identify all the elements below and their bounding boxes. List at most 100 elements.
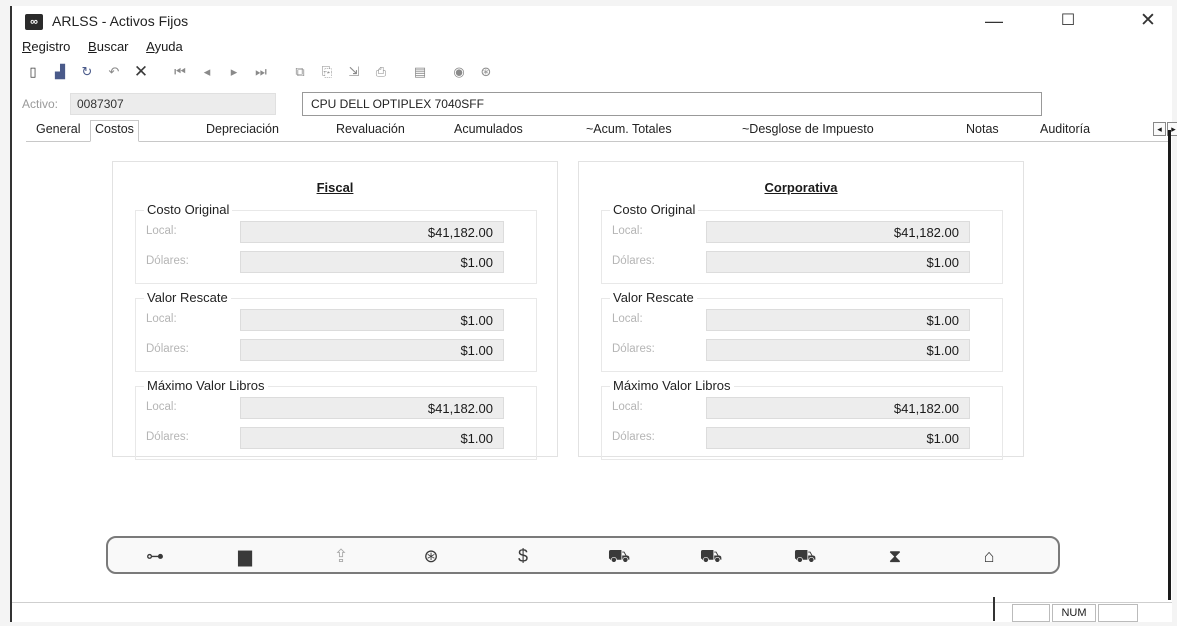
open-icon[interactable]: ↻ bbox=[76, 62, 98, 82]
maximize-button[interactable]: ☐ bbox=[1046, 8, 1090, 34]
vertical-divider bbox=[1168, 130, 1171, 600]
undo-icon[interactable]: ↶ bbox=[103, 62, 125, 82]
local-label: Local: bbox=[612, 401, 643, 413]
status-cell-empty bbox=[1012, 604, 1050, 622]
corporativa-title: Corporativa bbox=[764, 180, 838, 195]
local-label: Local: bbox=[612, 225, 643, 237]
corp-costo-original-group: Costo Original Local: $41,182.00 Dólares… bbox=[601, 202, 1003, 284]
asset-label: Activo: bbox=[22, 97, 59, 111]
app-window: ∞ ARLSS - Activos Fijos — ☐ ✕ Registro B… bbox=[10, 6, 1177, 622]
fiscal-costo-local-field[interactable]: $41,182.00 bbox=[240, 221, 504, 243]
delete-x-icon[interactable]: ✕ bbox=[130, 62, 152, 82]
truck-down-icon[interactable]: ⛟ bbox=[694, 545, 728, 567]
menu-bar: Registro Buscar Ayuda bbox=[22, 39, 197, 59]
fiscal-maximo-valor-libros-group: Máximo Valor Libros Local: $41,182.00 Dó… bbox=[135, 378, 537, 460]
export-icon[interactable]: ⇲ bbox=[343, 62, 365, 82]
fiscal-panel: Fiscal Costo Original Local: $41,182.00 … bbox=[112, 161, 558, 460]
action-bar: ⊶ ▆ ⇪ ⊛ $ ⛟ ⛟ ⛟ ⧗ ⌂ bbox=[106, 536, 1060, 574]
corp-rescate-local-field[interactable]: $1.00 bbox=[706, 309, 970, 331]
tab-scroll-left-button[interactable]: ◂ bbox=[1153, 122, 1166, 136]
fiscal-title: Fiscal bbox=[316, 180, 354, 195]
status-bar: NUM bbox=[12, 597, 1172, 622]
tab-costos[interactable]: Costos bbox=[90, 120, 139, 142]
bank-icon[interactable]: ⌂ bbox=[972, 545, 1006, 567]
group-title: Valor Rescate bbox=[144, 290, 231, 305]
group-title: Costo Original bbox=[610, 202, 699, 217]
local-label: Local: bbox=[612, 313, 643, 325]
corp-maximo-valor-libros-group: Máximo Valor Libros Local: $41,182.00 Dó… bbox=[601, 378, 1003, 460]
group-title: Costo Original bbox=[144, 202, 233, 217]
dolares-label: Dólares: bbox=[146, 255, 189, 267]
last-record-icon[interactable]: ⏭ bbox=[250, 62, 272, 82]
corp-costo-local-field[interactable]: $41,182.00 bbox=[706, 221, 970, 243]
fiscal-rescate-local-field[interactable]: $1.00 bbox=[240, 309, 504, 331]
copy-icon[interactable]: ⧉ bbox=[289, 62, 311, 82]
window-title: ARLSS - Activos Fijos bbox=[52, 13, 189, 29]
transfer-document-icon[interactable]: ⇪ bbox=[324, 545, 358, 567]
asset-code-field[interactable]: 0087307 bbox=[70, 93, 276, 115]
group-title: Máximo Valor Libros bbox=[610, 378, 734, 393]
truck-arrow-icon[interactable]: ⛟ bbox=[788, 545, 822, 567]
app-logo-icon: ∞ bbox=[25, 14, 43, 30]
tab-acum-totales[interactable]: ~Acum. Totales bbox=[586, 122, 672, 136]
tab-strip: General Costos Depreciación Revaluación … bbox=[26, 120, 1177, 142]
toolbar: ▯ ▟ ↻ ↶ ✕ ⏮ ◂ ▸ ⏭ ⧉ ⎘ ⇲ ⎙ ▤ ◉ ⊛ bbox=[22, 60, 502, 84]
corp-maximo-dolares-field[interactable]: $1.00 bbox=[706, 427, 970, 449]
dolares-label: Dólares: bbox=[612, 343, 655, 355]
dolares-label: Dólares: bbox=[612, 431, 655, 443]
group-title: Valor Rescate bbox=[610, 290, 697, 305]
save-icon[interactable]: ▟ bbox=[49, 62, 71, 82]
tab-auditoria[interactable]: Auditoría bbox=[1040, 122, 1146, 136]
hourglass-icon[interactable]: ⧗ bbox=[878, 545, 912, 567]
num-lock-indicator: NUM bbox=[1052, 604, 1096, 622]
print-icon[interactable]: ⎙ bbox=[370, 62, 392, 82]
local-label: Local: bbox=[146, 401, 177, 413]
fiscal-valor-rescate-group: Valor Rescate Local: $1.00 Dólares: $1.0… bbox=[135, 290, 537, 372]
truck-icon[interactable]: ⛟ bbox=[602, 545, 636, 567]
menu-ayuda[interactable]: Ayuda bbox=[146, 39, 183, 54]
corp-costo-dolares-field[interactable]: $1.00 bbox=[706, 251, 970, 273]
paste-icon[interactable]: ⎘ bbox=[316, 62, 338, 82]
tab-desglose-impuesto[interactable]: ~Desglose de Impuesto bbox=[742, 122, 874, 136]
new-document-icon[interactable]: ▯ bbox=[22, 62, 44, 82]
status-cell-empty bbox=[1098, 604, 1138, 622]
corporativa-panel: Corporativa Costo Original Local: $41,18… bbox=[578, 161, 1024, 460]
fiscal-maximo-dolares-field[interactable]: $1.00 bbox=[240, 427, 504, 449]
status-divider bbox=[993, 597, 995, 621]
corp-valor-rescate-group: Valor Rescate Local: $1.00 Dólares: $1.0… bbox=[601, 290, 1003, 372]
dolares-label: Dólares: bbox=[612, 255, 655, 267]
menu-registro[interactable]: Registro bbox=[22, 39, 70, 54]
fiscal-costo-dolares-field[interactable]: $1.00 bbox=[240, 251, 504, 273]
tab-notas[interactable]: Notas bbox=[966, 122, 999, 136]
first-record-icon[interactable]: ⏮ bbox=[169, 62, 191, 82]
report-icon[interactable]: ▤ bbox=[409, 62, 431, 82]
menu-buscar[interactable]: Buscar bbox=[88, 39, 128, 54]
group-title: Máximo Valor Libros bbox=[144, 378, 268, 393]
bar-chart-icon[interactable]: ▆ bbox=[228, 545, 262, 567]
next-record-icon[interactable]: ▸ bbox=[223, 62, 245, 82]
corp-maximo-local-field[interactable]: $41,182.00 bbox=[706, 397, 970, 419]
local-label: Local: bbox=[146, 225, 177, 237]
fiscal-rescate-dolares-field[interactable]: $1.00 bbox=[240, 339, 504, 361]
fiscal-maximo-local-field[interactable]: $41,182.00 bbox=[240, 397, 504, 419]
minimize-button[interactable]: — bbox=[972, 8, 1016, 34]
tab-general[interactable]: General bbox=[36, 122, 80, 136]
dolares-label: Dólares: bbox=[146, 343, 189, 355]
exit-icon[interactable]: ⊛ bbox=[475, 62, 497, 82]
tab-revaluacion[interactable]: Revaluación bbox=[336, 122, 405, 136]
calendar-36-icon[interactable]: ⊛ bbox=[414, 545, 448, 567]
fiscal-costo-original-group: Costo Original Local: $41,182.00 Dólares… bbox=[135, 202, 537, 284]
org-chart-icon[interactable]: ⊶ bbox=[138, 545, 172, 567]
close-button[interactable]: ✕ bbox=[1126, 8, 1170, 34]
money-hand-icon[interactable]: $ bbox=[506, 545, 540, 567]
asset-description-field[interactable]: CPU DELL OPTIPLEX 7040SFF bbox=[302, 92, 1042, 116]
title-bar: ∞ ARLSS - Activos Fijos — ☐ ✕ bbox=[12, 6, 1172, 36]
dolares-label: Dólares: bbox=[146, 431, 189, 443]
local-label: Local: bbox=[146, 313, 177, 325]
corp-rescate-dolares-field[interactable]: $1.00 bbox=[706, 339, 970, 361]
tab-acumulados[interactable]: Acumulados bbox=[454, 122, 523, 136]
previous-record-icon[interactable]: ◂ bbox=[196, 62, 218, 82]
tab-depreciacion[interactable]: Depreciación bbox=[206, 122, 279, 136]
asset-header: Activo: 0087307 CPU DELL OPTIPLEX 7040SF… bbox=[12, 90, 1172, 118]
help-icon[interactable]: ◉ bbox=[448, 62, 470, 82]
